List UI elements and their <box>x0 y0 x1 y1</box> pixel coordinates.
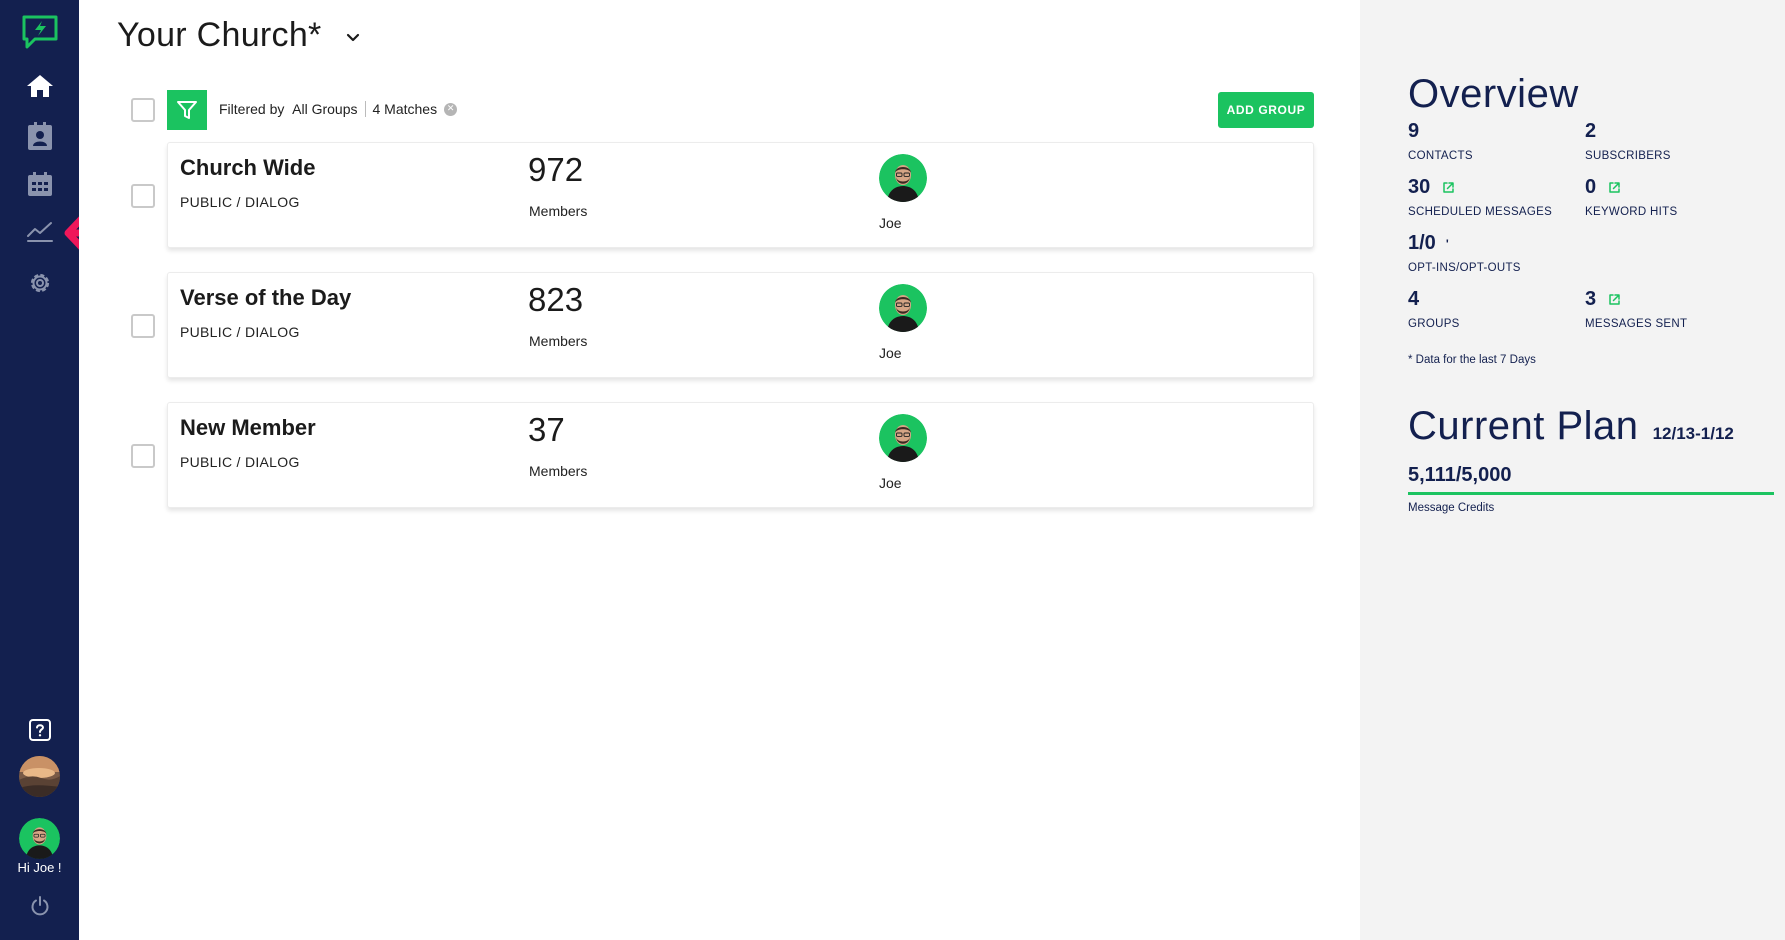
filter-button[interactable] <box>167 90 207 130</box>
stat-label: MESSAGES SENT <box>1585 318 1688 330</box>
owner-name: Joe <box>879 345 902 361</box>
member-label: Members <box>529 203 588 219</box>
stat-contacts: 9 CONTACTS <box>1408 120 1473 162</box>
plan-header: Current Plan 12/13-1/12 <box>1408 404 1734 449</box>
group-checkbox[interactable] <box>131 444 155 468</box>
owner-name: Joe <box>879 215 902 231</box>
help-icon[interactable] <box>0 719 79 741</box>
member-label: Members <box>529 463 588 479</box>
clear-filter-icon[interactable]: ✕ <box>444 102 458 116</box>
workspace-selector[interactable]: Your Church* <box>117 16 360 55</box>
data-period-note: * Data for the last 7 Days <box>1408 354 1536 366</box>
plan-dates: 12/13-1/12 <box>1652 424 1734 443</box>
stat-value: 9 <box>1408 120 1420 142</box>
sidebar: Hi Joe ! <box>0 0 79 940</box>
stat-opt-ins: 1/0 ' OPT-INS/OPT-OUTS <box>1408 232 1521 274</box>
owner-avatar <box>879 414 927 462</box>
main-content: Your Church* Filtered by All Groups 4 Ma… <box>79 0 1360 940</box>
owner-avatar <box>879 284 927 332</box>
owner-name: Joe <box>879 475 902 491</box>
add-group-button[interactable]: ADD GROUP <box>1218 92 1314 128</box>
select-all-checkbox[interactable] <box>131 98 155 122</box>
group-name: Verse of the Day <box>180 285 352 310</box>
contacts-icon[interactable] <box>0 122 79 150</box>
greeting: Hi Joe ! <box>17 860 62 875</box>
stat-value: 3 <box>1585 288 1597 310</box>
external-link-icon[interactable] <box>1608 181 1621 194</box>
stat-value: 2 <box>1585 120 1597 142</box>
match-count: 4 Matches <box>372 101 438 117</box>
overview-panel: Overview 9 CONTACTS 2 SUBSCRIBERS 30 SCH… <box>1360 0 1785 940</box>
stat-label: SUBSCRIBERS <box>1585 150 1671 162</box>
group-type: PUBLIC / DIALOG <box>180 324 300 340</box>
group-name: Church Wide <box>180 155 316 180</box>
group-card[interactable]: New Member PUBLIC / DIALOG 37 Members Jo… <box>167 402 1314 508</box>
stat-messages-sent: 3 MESSAGES SENT <box>1585 288 1687 330</box>
home-icon[interactable] <box>0 74 79 98</box>
owner-avatar <box>879 154 927 202</box>
group-card[interactable]: Verse of the Day PUBLIC / DIALOG 823 Mem… <box>167 272 1314 378</box>
plan-title: Current Plan <box>1408 404 1639 448</box>
power-icon[interactable] <box>0 896 79 916</box>
chat-logo-icon[interactable] <box>0 14 79 50</box>
member-count: 823 <box>528 281 584 318</box>
filter-summary: Filtered by All Groups 4 Matches ✕ <box>219 101 458 117</box>
credits-progress-bar <box>1408 492 1774 495</box>
settings-icon[interactable] <box>0 270 79 296</box>
divider <box>364 101 366 117</box>
group-name: New Member <box>180 415 316 440</box>
calendar-icon[interactable] <box>0 172 79 196</box>
group-card[interactable]: Church Wide PUBLIC / DIALOG 972 Members … <box>167 142 1314 248</box>
stat-label: GROUPS <box>1408 318 1460 330</box>
filter-value: All Groups <box>292 101 358 117</box>
external-link-icon[interactable] <box>1608 293 1621 306</box>
member-label: Members <box>529 333 588 349</box>
member-count: 972 <box>528 151 584 188</box>
stat-keyword-hits: 0 KEYWORD HITS <box>1585 176 1677 218</box>
stat-label: CONTACTS <box>1408 150 1473 162</box>
overview-title: Overview <box>1408 72 1579 116</box>
page-title: Your Church* <box>117 16 322 54</box>
stat-label: KEYWORD HITS <box>1585 206 1678 218</box>
group-type: PUBLIC / DIALOG <box>180 454 300 470</box>
filter-icon <box>177 101 197 119</box>
group-checkbox[interactable] <box>131 314 155 338</box>
group-type: PUBLIC / DIALOG <box>180 194 300 210</box>
chevron-down-icon[interactable] <box>346 30 360 48</box>
stat-scheduled-messages: 30 SCHEDULED MESSAGES <box>1408 176 1552 218</box>
message-credits-label: Message Credits <box>1408 502 1495 514</box>
stat-value: 4 <box>1408 288 1420 310</box>
stat-value: 30 <box>1408 176 1431 198</box>
stat-label: OPT-INS/OPT-OUTS <box>1408 262 1521 274</box>
stat-groups: 4 GROUPS <box>1408 288 1460 330</box>
user-avatar[interactable] <box>19 818 60 859</box>
external-link-icon[interactable] <box>1442 181 1455 194</box>
workspace-avatar[interactable] <box>19 756 60 797</box>
filtered-by-label: Filtered by <box>219 101 285 117</box>
member-count: 37 <box>528 411 565 448</box>
group-checkbox[interactable] <box>131 184 155 208</box>
stat-value: 1/0 <box>1408 232 1436 254</box>
stat-value: 0 <box>1585 176 1597 198</box>
stat-label: SCHEDULED MESSAGES <box>1408 206 1553 218</box>
message-credits-value: 5,111/5,000 <box>1408 464 1512 486</box>
stat-tick: ' <box>1445 236 1449 251</box>
stat-subscribers: 2 SUBSCRIBERS <box>1585 120 1671 162</box>
